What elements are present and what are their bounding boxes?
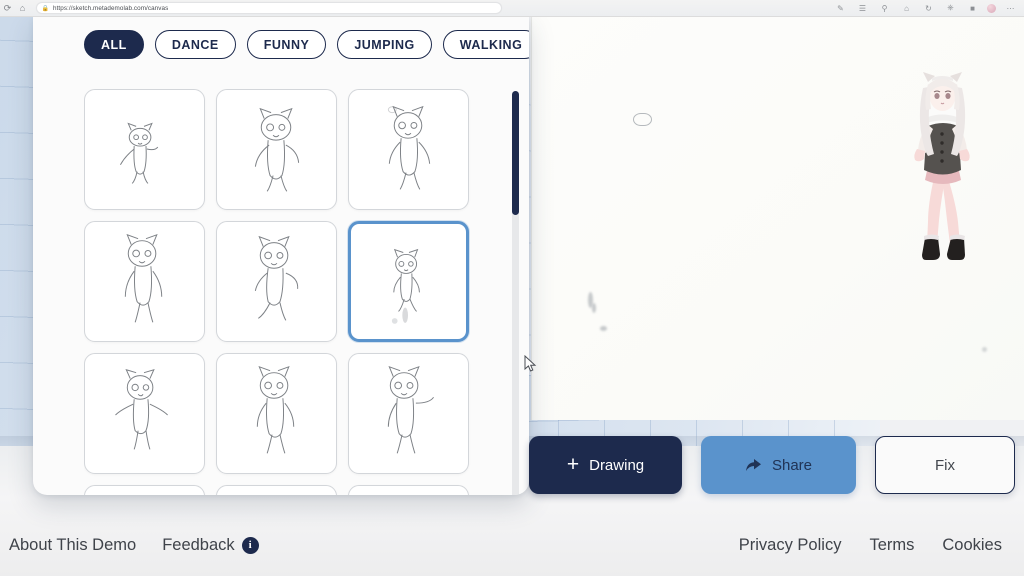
lock-icon: 🔒 xyxy=(41,5,50,12)
browser-actions: ✎ ☰ ⚲ ⌂ ↻ ⎈ ■ ⋯ xyxy=(833,1,1024,16)
thumbnail-scroll-area[interactable] xyxy=(84,89,521,495)
animation-thumbnail[interactable] xyxy=(84,485,205,495)
animation-thumbnail[interactable] xyxy=(84,353,205,474)
filter-pill-dance[interactable]: DANCE xyxy=(154,30,236,59)
wallet-icon[interactable]: ■ xyxy=(965,1,980,16)
footer-right-links: Privacy Policy Terms Cookies xyxy=(739,536,1024,555)
animation-thumbnail[interactable] xyxy=(348,89,469,210)
smudge-mark xyxy=(592,303,596,313)
anime-character-illustration xyxy=(901,70,983,270)
feedback-group: Feedback i xyxy=(162,536,259,555)
animation-thumbnail-selected[interactable] xyxy=(348,221,469,342)
home-glyph-icon[interactable]: ⌂ xyxy=(899,1,914,16)
filter-pill-row: ALL DANCE FUNNY JUMPING WALKING xyxy=(84,30,529,59)
about-this-demo-link[interactable]: About This Demo xyxy=(9,536,136,555)
animation-thumbnail[interactable] xyxy=(216,485,337,495)
cookies-link[interactable]: Cookies xyxy=(942,536,1002,555)
thumbnail-scrollbar-thumb[interactable] xyxy=(512,91,519,215)
oval-sketch-mark xyxy=(633,113,652,126)
terms-link[interactable]: Terms xyxy=(869,536,914,555)
fix-label: Fix xyxy=(935,456,955,474)
thumbnail-scrollbar-track[interactable] xyxy=(512,91,519,495)
share-button[interactable]: Share xyxy=(701,436,856,494)
privacy-policy-link[interactable]: Privacy Policy xyxy=(739,536,842,555)
plus-icon: + xyxy=(566,452,580,476)
page-footer: About This Demo Feedback i Privacy Polic… xyxy=(0,514,1024,576)
animation-thumbnail[interactable] xyxy=(84,221,205,342)
more-options-icon[interactable]: ⋯ xyxy=(1003,1,1018,16)
animation-picker-panel: ALL DANCE FUNNY JUMPING WALKING xyxy=(33,17,529,495)
browser-toolbar: ⟳ ⌂ 🔒 https://sketch.metademolab.com/can… xyxy=(0,0,1024,17)
share-label: Share xyxy=(771,456,813,474)
filter-pill-jumping[interactable]: JUMPING xyxy=(337,30,432,59)
pen-icon[interactable]: ✎ xyxy=(833,1,848,16)
footer-left-links: About This Demo Feedback i xyxy=(0,536,259,555)
add-drawing-label: Drawing xyxy=(589,456,645,474)
add-drawing-button[interactable]: + Drawing xyxy=(529,436,682,494)
reload-icon[interactable]: ⟳ xyxy=(0,1,15,16)
avatar[interactable] xyxy=(987,3,996,13)
extensions-icon[interactable]: ⎈ xyxy=(943,1,958,16)
action-button-row: + Drawing Share Fix xyxy=(529,436,1015,494)
address-bar[interactable]: 🔒 https://sketch.metademolab.com/canvas xyxy=(36,2,502,14)
fix-button[interactable]: Fix xyxy=(875,436,1015,494)
search-icon[interactable]: ⚲ xyxy=(877,1,892,16)
history-icon[interactable]: ↻ xyxy=(921,1,936,16)
animation-thumbnail[interactable] xyxy=(216,353,337,474)
home-icon[interactable]: ⌂ xyxy=(15,1,30,16)
share-arrow-icon xyxy=(745,458,761,471)
filter-pill-funny[interactable]: FUNNY xyxy=(246,30,327,59)
smudge-mark xyxy=(600,326,607,331)
animation-thumbnail[interactable] xyxy=(348,485,469,495)
feedback-link[interactable]: Feedback xyxy=(162,536,234,555)
thumbnail-grid xyxy=(84,89,521,495)
filter-pill-all[interactable]: ALL xyxy=(84,30,144,59)
mouse-cursor xyxy=(524,354,537,373)
animation-thumbnail[interactable] xyxy=(216,221,337,342)
info-icon[interactable]: i xyxy=(241,536,259,554)
collections-icon[interactable]: ☰ xyxy=(855,1,870,16)
filter-pill-walking[interactable]: WALKING xyxy=(442,30,529,59)
animation-thumbnail[interactable] xyxy=(84,89,205,210)
animation-thumbnail[interactable] xyxy=(348,353,469,474)
animation-thumbnail[interactable] xyxy=(216,89,337,210)
url-text: https://sketch.metademolab.com/canvas xyxy=(53,4,169,12)
smudge-mark xyxy=(982,347,987,352)
